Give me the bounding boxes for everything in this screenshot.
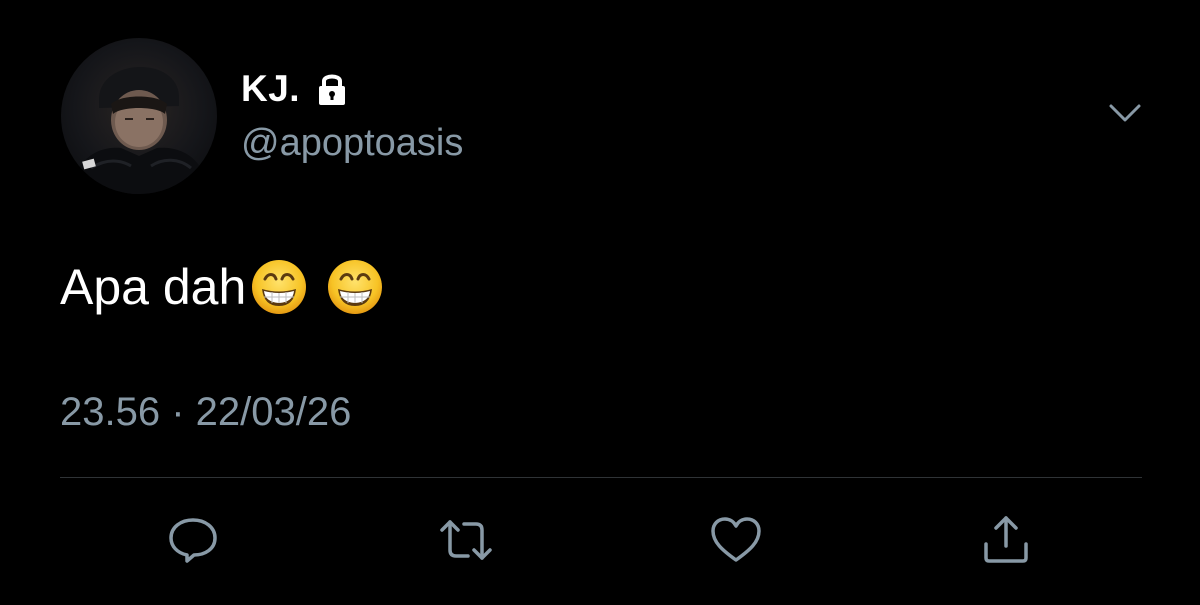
avatar[interactable] [61, 38, 217, 194]
tweet-card: KJ. @apoptoasis Apa dah 23.56 · 22/03/26 [0, 0, 1200, 605]
heart-icon [711, 517, 761, 562]
divider [60, 477, 1142, 478]
lock-icon [314, 71, 350, 107]
author-name-row[interactable]: KJ. [241, 68, 350, 110]
user-handle[interactable]: @apoptoasis [241, 122, 463, 165]
tweet-text-content: Apa dah [60, 259, 247, 315]
retweet-icon [440, 520, 492, 560]
display-name[interactable]: KJ. [241, 68, 300, 110]
share-button[interactable] [978, 514, 1034, 566]
share-icon [984, 516, 1028, 563]
tweet-timestamp[interactable]: 23.56 · 22/03/26 [60, 390, 351, 435]
grinning-face-emoji [250, 258, 308, 316]
reply-icon [169, 518, 217, 563]
avatar-photo [71, 66, 209, 194]
grinning-face-emoji [326, 258, 384, 316]
tweet-text: Apa dah [60, 256, 384, 318]
reply-button[interactable] [165, 514, 221, 566]
like-button[interactable] [708, 514, 764, 566]
retweet-button[interactable] [438, 514, 494, 566]
chevron-down-icon[interactable] [1108, 100, 1142, 126]
